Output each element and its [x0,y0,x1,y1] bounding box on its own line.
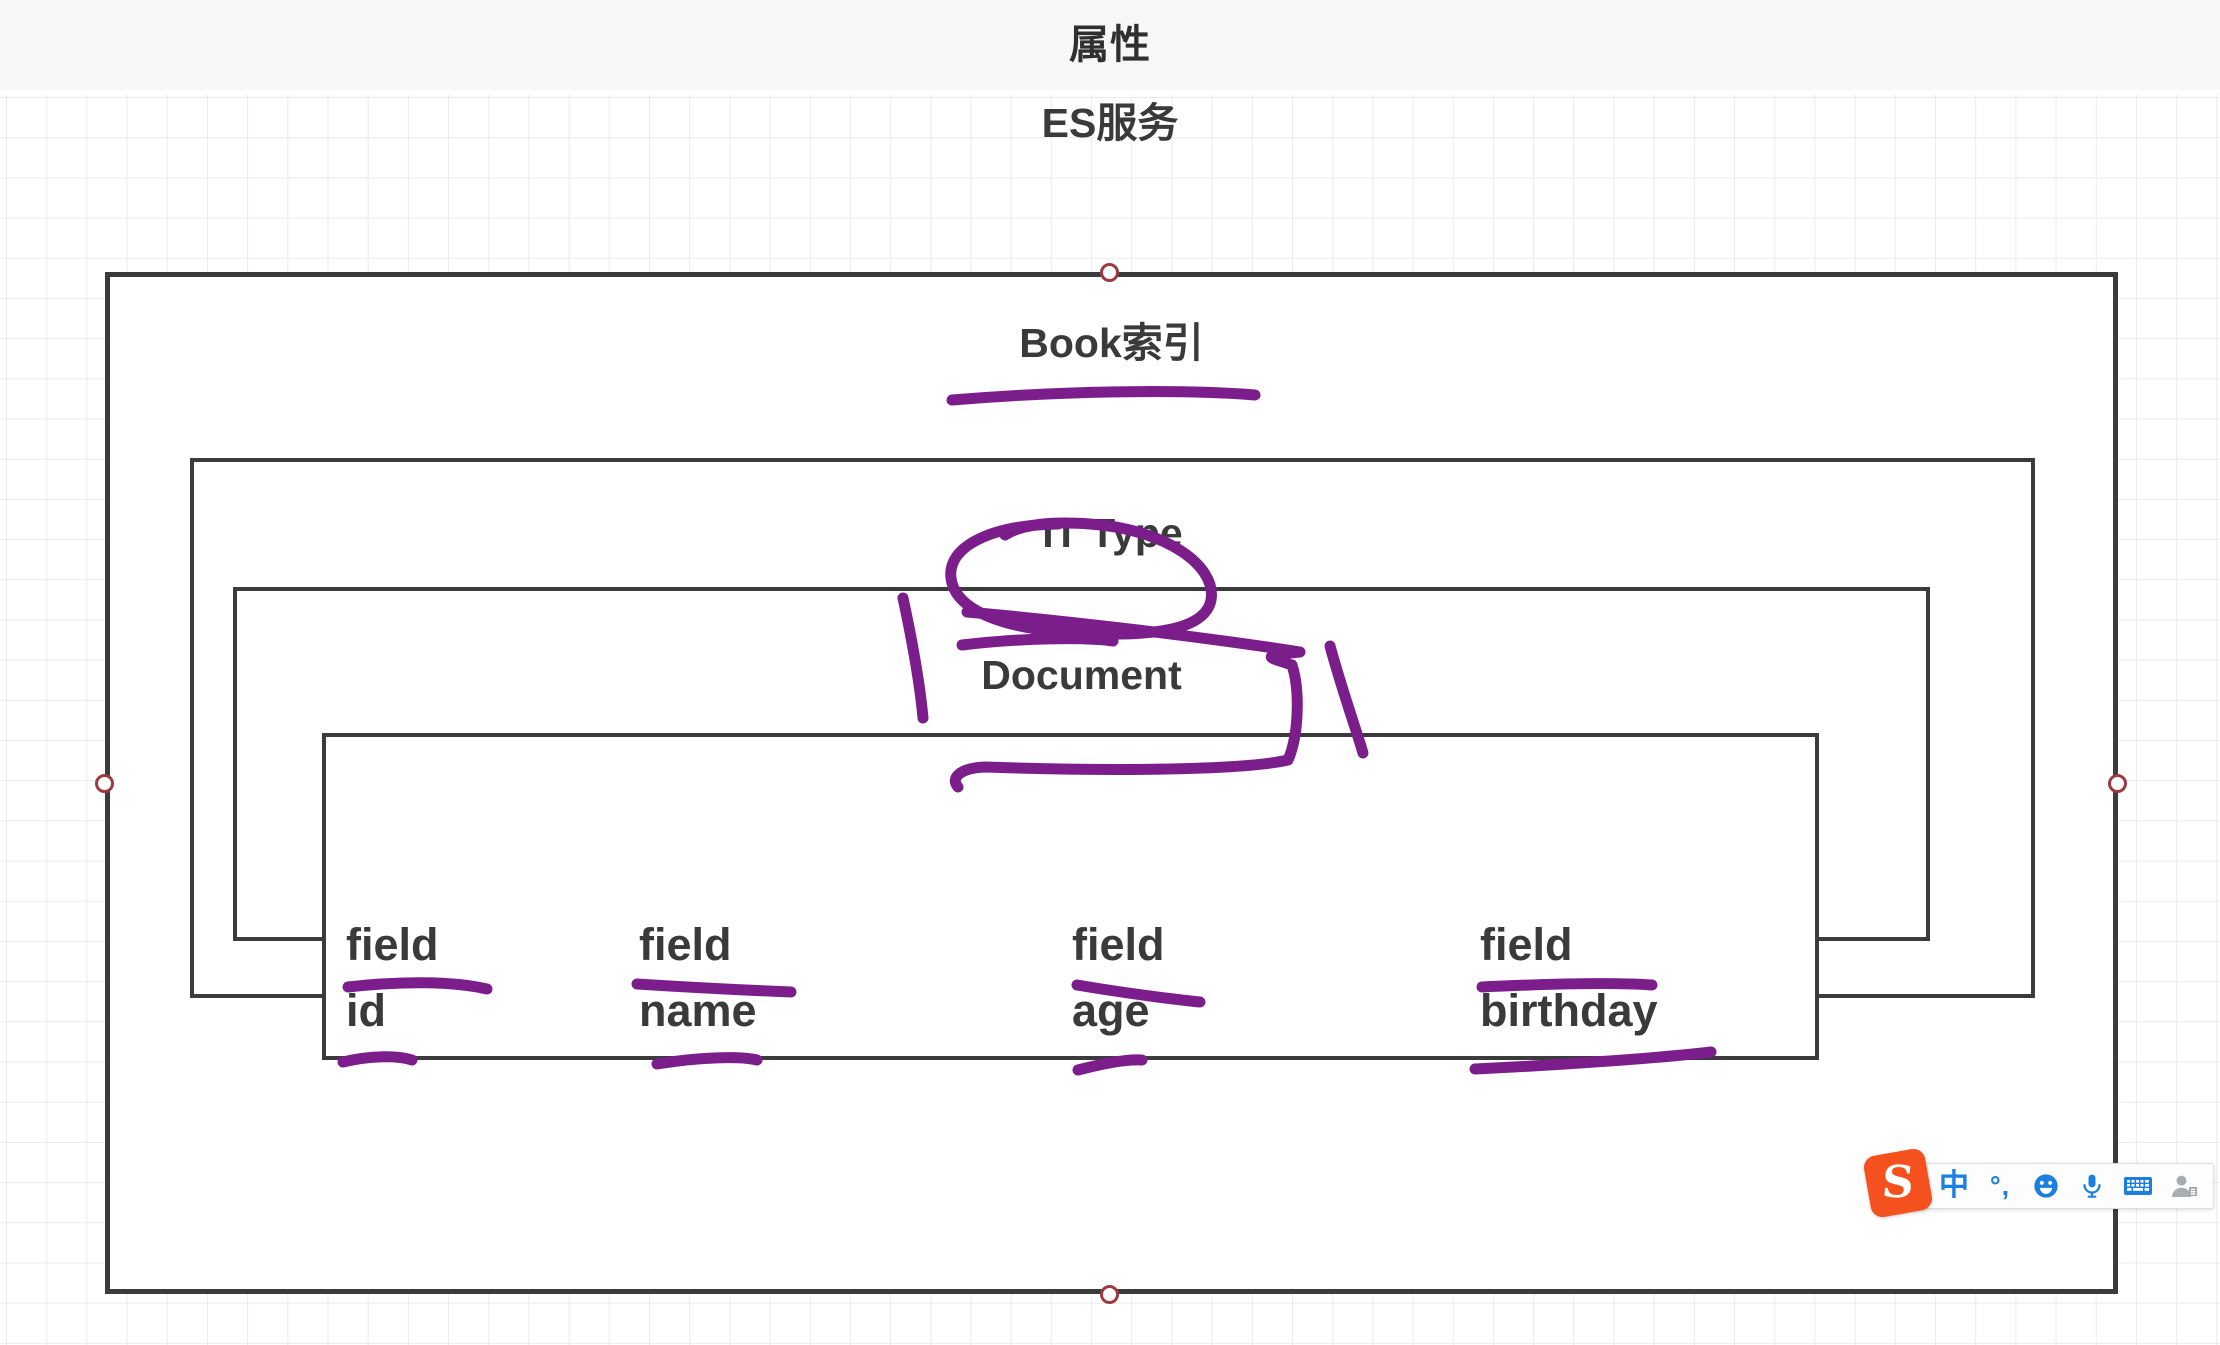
resize-handle-left[interactable] [95,774,114,793]
soft-keyboard-icon[interactable] [2115,1165,2161,1207]
diagram-canvas[interactable]: ES服务 Book索引 IT Type Document field id fi… [0,95,2220,1345]
sogou-logo-letter: S [1880,1157,1916,1208]
field-name: id [346,985,386,1036]
panel-header: 属性 [0,0,2220,94]
field-column-age: field age [1072,912,1165,1044]
app-root: 属性 ES服务 Book索引 IT Type Document field id… [0,0,2220,1345]
punctuation-icon[interactable]: °, [1977,1165,2023,1207]
field-column-birthday: field birthday [1480,912,1658,1044]
service-title: ES服务 [1041,100,1179,146]
field-label: field [1072,919,1165,970]
field-name: birthday [1480,985,1658,1036]
field-label: field [1480,919,1573,970]
resize-handle-right[interactable] [2108,774,2127,793]
field-label: field [346,919,439,970]
document-title: Document [981,652,1182,698]
resize-handle-top[interactable] [1100,263,1119,282]
type-title: IT Type [1042,510,1183,556]
field-column-id: field id [346,912,439,1044]
index-title: Book索引 [1019,320,1204,366]
voice-input-icon[interactable] [2069,1165,2115,1207]
resize-handle-bottom[interactable] [1100,1285,1119,1304]
user-account-icon[interactable] [2161,1165,2207,1207]
emoji-icon[interactable] [2023,1165,2069,1207]
chinese-mode-icon[interactable]: 中 [1931,1165,1977,1207]
field-name: name [639,985,757,1036]
page-title: 属性 [1069,23,1151,67]
sogou-ime-toolbar[interactable]: S 中 °, [1862,1147,2214,1219]
field-label: field [639,919,732,970]
field-name: age [1072,985,1150,1036]
field-column-name: field name [639,912,757,1044]
sogou-logo-icon[interactable]: S [1862,1147,1934,1219]
